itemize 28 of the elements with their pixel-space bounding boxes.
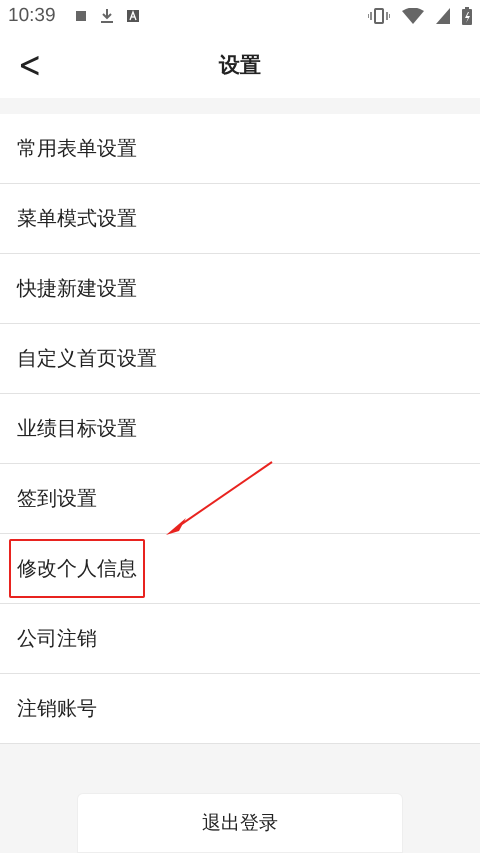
status-time: 10:39 [8,5,56,27]
stop-icon [74,9,88,23]
settings-item[interactable]: 修改个人信息 [0,534,480,604]
item-label: 常用表单设置 [16,135,138,162]
page-title: 设置 [219,52,261,79]
item-label: 快捷新建设置 [16,275,138,302]
settings-item[interactable]: 自定义首页设置 [0,324,480,394]
item-label: 签到设置 [16,485,98,512]
battery-charging-icon [462,7,472,25]
highlighted-item-label: 修改个人信息 [9,539,145,598]
settings-item[interactable]: 注销账号 [0,674,480,744]
item-label: 公司注销 [16,625,98,652]
item-label: 业绩目标设置 [16,415,138,442]
vibrate-icon [368,8,390,24]
wifi-icon [402,8,424,24]
logout-button[interactable]: 退出登录 [77,793,403,853]
settings-item[interactable]: 菜单模式设置 [0,184,480,254]
item-label: 注销账号 [16,695,98,722]
settings-item[interactable]: 快捷新建设置 [0,254,480,324]
settings-item[interactable]: 公司注销 [0,604,480,674]
settings-item[interactable]: 业绩目标设置 [0,394,480,464]
back-button[interactable]: < [10,40,50,89]
item-label: 菜单模式设置 [16,205,138,232]
item-label: 自定义首页设置 [16,345,158,372]
signal-icon [436,8,450,24]
settings-item[interactable]: 常用表单设置 [0,114,480,184]
app-notification-icon [126,9,140,23]
download-icon [100,8,114,24]
